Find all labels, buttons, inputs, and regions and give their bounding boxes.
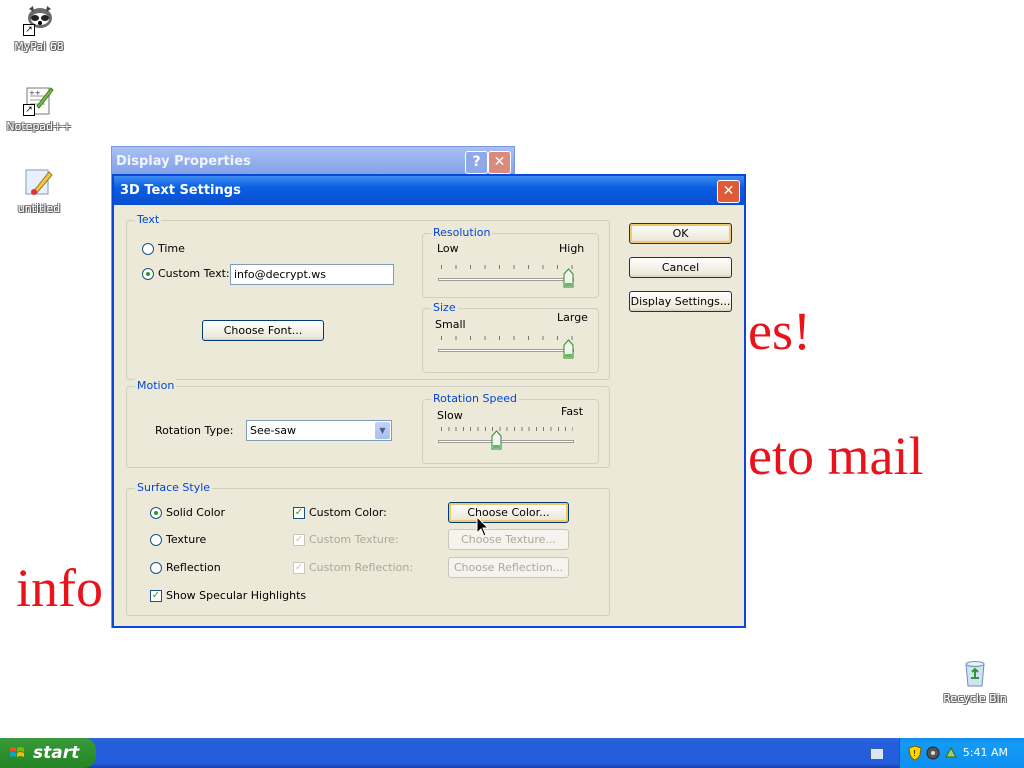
clock: 5:41 AM xyxy=(962,746,1008,759)
custom-text-radio[interactable] xyxy=(142,268,154,280)
choose-texture-button[interactable]: Choose Texture... xyxy=(448,529,569,550)
custom-color-checkbox[interactable]: ✓ xyxy=(293,507,305,519)
motion-legend: Motion xyxy=(135,379,177,392)
keyboard-icon[interactable] xyxy=(870,748,884,760)
custom-reflection-label: Custom Reflection: xyxy=(309,561,414,574)
system-tray: ! 5:41 AM xyxy=(899,738,1024,768)
size-slider[interactable] xyxy=(563,339,574,359)
surface-style-group: Surface Style Solid Color Texture Reflec… xyxy=(126,481,610,616)
show-specular-checkbox[interactable]: ✓ xyxy=(150,590,162,602)
desktop-icon-notepadpp[interactable]: ++ ↗ Notepad++ xyxy=(4,84,74,133)
rotation-type-value: See-saw xyxy=(250,424,296,437)
custom-text-input[interactable]: info@decrypt.ws xyxy=(230,264,394,285)
start-button[interactable]: start xyxy=(0,738,96,768)
ok-button[interactable]: OK xyxy=(629,223,732,244)
rotation-type-select[interactable]: See-saw ▼ xyxy=(246,420,392,441)
surface-style-legend: Surface Style xyxy=(135,481,213,494)
motion-group: Motion Rotation Type: See-saw ▼ Rotation… xyxy=(126,379,610,468)
rotation-speed-group: Rotation Speed Slow Fast xyxy=(422,392,599,464)
raccoon-icon: ↗ xyxy=(23,4,55,36)
network-icon[interactable] xyxy=(926,745,940,761)
reflection-label: Reflection xyxy=(166,561,221,574)
rotation-speed-legend: Rotation Speed xyxy=(431,392,519,405)
recycle-bin-icon xyxy=(959,656,991,688)
resolution-slider[interactable] xyxy=(563,268,574,288)
custom-reflection-checkbox[interactable]: ✓ xyxy=(293,562,305,574)
security-shield-icon[interactable]: ! xyxy=(908,745,922,761)
paint-brush-icon xyxy=(23,166,55,198)
resolution-group: Resolution Low High xyxy=(422,226,599,298)
desktop-icon-untitled[interactable]: untitled xyxy=(4,166,74,215)
texture-label: Texture xyxy=(166,533,207,546)
resolution-high-label: High xyxy=(559,242,585,255)
svg-text:!: ! xyxy=(913,749,916,758)
resolution-ticks xyxy=(441,265,573,269)
solid-color-radio[interactable] xyxy=(150,507,162,519)
desktop-red-text-2: eto mail xyxy=(748,426,924,486)
display-properties-title: Display Properties xyxy=(112,147,514,176)
resolution-legend: Resolution xyxy=(431,226,493,239)
update-icon[interactable] xyxy=(944,745,958,761)
desktop-icon-label: Recycle Bin xyxy=(943,692,1007,705)
resolution-low-label: Low xyxy=(437,242,459,255)
desktop-icon-recycle-bin[interactable]: Recycle Bin xyxy=(940,656,1010,705)
reflection-radio[interactable] xyxy=(150,562,162,574)
choose-color-button[interactable]: Choose Color... xyxy=(448,502,569,523)
3d-text-settings-dialog: 3D Text Settings ✕ Text Time Custom Text… xyxy=(112,174,746,628)
cancel-button[interactable]: Cancel xyxy=(629,257,732,278)
show-specular-label: Show Specular Highlights xyxy=(166,589,307,602)
desktop-red-text-3: info xyxy=(16,558,103,618)
rotation-speed-track xyxy=(438,440,574,443)
display-settings-button[interactable]: Display Settings... xyxy=(629,291,732,312)
help-button[interactable]: ? xyxy=(465,151,488,174)
size-small-label: Small xyxy=(435,318,466,331)
custom-text-label: Custom Text: xyxy=(158,267,230,280)
custom-texture-checkbox[interactable]: ✓ xyxy=(293,534,305,546)
windows-flag-icon xyxy=(10,747,24,757)
custom-color-label: Custom Color: xyxy=(309,506,387,519)
resolution-track xyxy=(438,278,574,281)
choose-font-button[interactable]: Choose Font... xyxy=(202,320,324,341)
mouse-cursor-icon xyxy=(476,516,490,537)
desktop-red-text-1: es! xyxy=(748,301,811,361)
size-ticks xyxy=(441,336,573,340)
texture-radio[interactable] xyxy=(150,534,162,546)
rotation-speed-fast-label: Fast xyxy=(561,405,584,418)
taskbar: start ! 5:41 AM xyxy=(0,738,1024,768)
custom-texture-label: Custom Texture: xyxy=(309,533,399,546)
text-group-legend: Text xyxy=(135,213,162,226)
desktop-icon-label: MyPal 68 xyxy=(14,40,64,53)
svg-text:++: ++ xyxy=(29,89,41,97)
choose-reflection-button[interactable]: Choose Reflection... xyxy=(448,557,569,578)
rotation-speed-ticks xyxy=(441,427,573,431)
size-large-label: Large xyxy=(557,311,588,324)
size-legend: Size xyxy=(431,301,458,314)
time-radio[interactable] xyxy=(142,243,154,255)
size-group: Size Small Large xyxy=(422,301,599,373)
rotation-type-label: Rotation Type: xyxy=(155,424,234,437)
time-label: Time xyxy=(158,242,185,255)
dialog-close-button[interactable]: ✕ xyxy=(717,180,740,203)
desktop-icon-label: untitled xyxy=(17,202,61,215)
size-track xyxy=(438,349,574,352)
chevron-down-icon[interactable]: ▼ xyxy=(375,422,390,439)
text-group: Text Time Custom Text: info@decrypt.ws C… xyxy=(126,213,610,380)
notepad-plus-icon: ++ ↗ xyxy=(23,84,55,116)
solid-color-label: Solid Color xyxy=(166,506,226,519)
start-label: start xyxy=(33,743,80,763)
dialog-title: 3D Text Settings xyxy=(114,176,744,205)
rotation-speed-slider[interactable] xyxy=(491,430,502,450)
close-button[interactable]: ✕ xyxy=(488,151,511,174)
desktop-icon-mypal[interactable]: ↗ MyPal 68 xyxy=(4,4,74,53)
rotation-speed-slow-label: Slow xyxy=(437,409,463,422)
desktop-icon-label: Notepad++ xyxy=(6,120,72,133)
